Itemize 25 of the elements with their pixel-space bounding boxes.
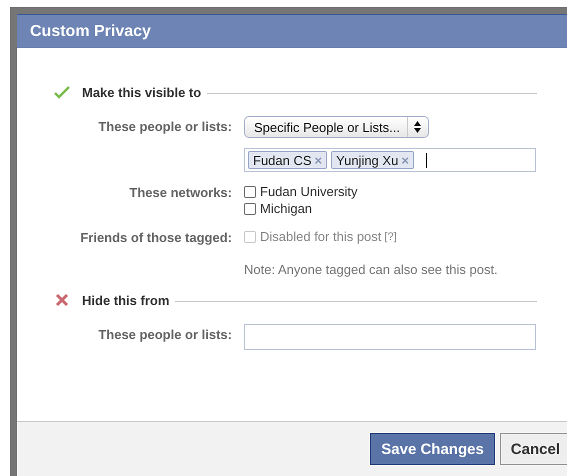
audience-dropdown[interactable]: Specific People or Lists... [244, 116, 429, 138]
field-label: These people or lists: [98, 119, 232, 134]
field-label: These networks: [129, 185, 232, 200]
check-icon [54, 85, 70, 99]
person-token: Yunjing Xu × [331, 151, 414, 169]
field-label: Friends of those tagged: [80, 230, 232, 245]
people-field[interactable]: Fudan CS × Yunjing Xu × [244, 148, 536, 172]
checkbox[interactable] [244, 202, 256, 214]
checkbox-label: Fudan University [260, 184, 358, 199]
remove-token[interactable]: × [401, 153, 409, 168]
section-heading: Hide this from [82, 292, 170, 308]
note-text: Note: Anyone tagged can also see this post. [244, 261, 499, 278]
checkbox-label: Disabled for this post [260, 229, 382, 244]
section-heading: Make this visible to [82, 84, 202, 100]
remove-token[interactable]: × [314, 153, 322, 168]
person-token: Fudan CS × [248, 151, 328, 169]
cancel-button[interactable]: Cancel [500, 433, 567, 465]
checkbox[interactable] [244, 186, 256, 198]
checkbox-label: Michigan [260, 201, 312, 216]
cross-icon [54, 293, 70, 307]
dialog-title: Custom Privacy [17, 14, 567, 48]
save-button[interactable]: Save Changes [370, 433, 495, 465]
field-label: These people or lists: [98, 327, 232, 342]
people-input[interactable] [244, 324, 536, 350]
updown-arrows-icon [414, 121, 422, 133]
